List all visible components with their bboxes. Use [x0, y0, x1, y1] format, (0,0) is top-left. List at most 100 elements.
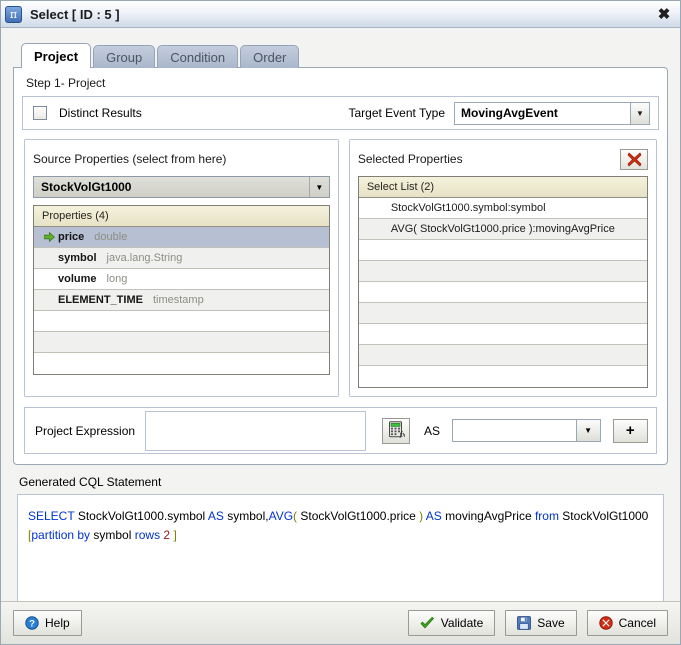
list-item-empty[interactable] [358, 324, 647, 345]
cql-token: SELECT [28, 509, 75, 523]
list-item-empty[interactable] [358, 366, 647, 387]
project-expression-label: Project Expression [35, 423, 136, 438]
title-bar: π Select [ ID : 5 ] ✖ [1, 1, 680, 28]
list-item-empty[interactable] [358, 282, 647, 303]
cql-token: ] [173, 528, 177, 542]
property-name: ELEMENT_TIME [58, 294, 143, 306]
save-button[interactable]: Save [505, 610, 577, 636]
property-name: volume [58, 273, 97, 285]
properties-columns: Source Properties (select from here) Sto… [22, 139, 659, 397]
cql-token: movingAvgPrice [441, 509, 535, 523]
cql-token: StockVolGt1000.symbol [77, 509, 206, 523]
cql-text: SELECT StockVolGt1000.symbol AS symbol,A… [28, 509, 648, 542]
property-type: double [94, 231, 128, 243]
source-list-header: Properties (4) [34, 206, 329, 227]
floppy-disk-icon [517, 616, 532, 630]
red-x-icon [627, 152, 642, 167]
list-item[interactable]: ELEMENT_TIME timestamp [34, 290, 329, 311]
list-item[interactable]: AVG( StockVolGt1000.price ):movingAvgPri… [358, 219, 647, 240]
project-expression-row: Project Expression f AS ▼ + [24, 407, 657, 454]
arrow-right-icon [40, 232, 58, 242]
project-expression-input[interactable] [145, 410, 367, 451]
cql-token: AVG [268, 509, 294, 523]
list-item-empty[interactable] [358, 345, 647, 366]
save-label: Save [537, 616, 565, 630]
cql-token: StockVolGt1000.price [297, 509, 420, 523]
expression-builder-button[interactable]: fx [382, 417, 410, 444]
chevron-down-icon[interactable]: ▼ [575, 420, 600, 441]
dialog-body: Project Group Condition Order Step 1- Pr… [1, 42, 680, 620]
cancel-icon [598, 616, 613, 630]
close-icon[interactable]: ✖ [654, 4, 674, 24]
cancel-button[interactable]: Cancel [586, 610, 668, 636]
cql-token: partition by [31, 528, 91, 542]
selected-panel-title: Selected Properties [357, 152, 463, 166]
add-expression-button[interactable]: + [612, 418, 649, 443]
tab-group[interactable]: Group [93, 45, 156, 68]
property-name: symbol [58, 252, 97, 264]
alias-value [453, 420, 576, 441]
select-dialog: π Select [ ID : 5 ] ✖ Project Group Cond… [0, 0, 681, 645]
list-item[interactable]: volume long [34, 269, 329, 290]
source-panel-title: Source Properties (select from here) [33, 152, 227, 166]
cql-token: symbol [90, 528, 135, 542]
cql-token: AS [207, 509, 224, 523]
list-item-empty[interactable] [358, 240, 647, 261]
check-icon [420, 616, 435, 630]
source-properties-list[interactable]: Properties (4) price double symbol java.… [33, 205, 330, 375]
cancel-label: Cancel [618, 616, 656, 630]
as-label: AS [424, 423, 441, 438]
svg-text:fx: fx [398, 431, 405, 438]
list-item-empty[interactable] [34, 353, 329, 374]
list-item-empty[interactable] [358, 261, 647, 282]
chevron-down-icon[interactable]: ▼ [630, 102, 649, 124]
source-panel-header: Source Properties (select from here) [33, 147, 330, 171]
tab-bar: Project Group Condition Order [21, 42, 672, 68]
tab-order[interactable]: Order [240, 45, 300, 68]
list-item-empty[interactable] [358, 303, 647, 324]
help-label: Help [45, 616, 70, 630]
selected-properties-list[interactable]: Select List (2) StockVolGt1000.symbol:sy… [357, 176, 648, 388]
target-event-type-value: MovingAvgEvent [461, 106, 558, 120]
project-step-panel: Step 1- Project Distinct Results Target … [13, 67, 668, 465]
list-item-empty[interactable] [34, 311, 329, 332]
tab-project[interactable]: Project [21, 43, 92, 68]
cql-token: rows [134, 528, 161, 542]
cql-token: from [534, 509, 559, 523]
chevron-down-icon[interactable]: ▼ [308, 177, 329, 197]
list-item[interactable]: symbol java.lang.String [34, 248, 329, 269]
checkbox-box[interactable] [33, 106, 47, 120]
cql-label: Generated CQL Statement [19, 475, 162, 489]
property-type: timestamp [152, 294, 204, 306]
remove-property-button[interactable] [620, 148, 648, 170]
calculator-icon: fx [388, 420, 406, 441]
selected-properties-panel: Selected Properties Select List (2) Stoc… [348, 139, 657, 397]
cql-token: StockVolGt1000 [558, 509, 649, 523]
source-properties-panel: Source Properties (select from here) Sto… [24, 139, 339, 397]
validate-label: Validate [440, 616, 484, 630]
source-stream-select[interactable]: StockVolGt1000 ▼ [33, 176, 330, 198]
distinct-results-label: Distinct Results [59, 106, 142, 120]
svg-text:?: ? [29, 619, 35, 630]
list-item[interactable]: StockVolGt1000.symbol:symbol [358, 198, 647, 219]
selected-list-header: Select List (2) [358, 177, 647, 198]
options-row: Distinct Results Target Event Type Movin… [22, 96, 659, 130]
cql-token: symbol, [223, 509, 269, 523]
tab-condition[interactable]: Condition [157, 45, 239, 68]
source-stream-value: StockVolGt1000 [41, 180, 132, 194]
target-event-type-label: Target Event Type [348, 106, 445, 120]
selected-property-text: StockVolGt1000.symbol:symbol [390, 202, 546, 214]
help-button[interactable]: ? Help [13, 610, 82, 636]
alias-select[interactable]: ▼ [452, 419, 601, 442]
validate-button[interactable]: Validate [407, 610, 496, 636]
selected-panel-header: Selected Properties [358, 147, 648, 171]
list-item[interactable]: price double [34, 227, 329, 248]
list-item-empty[interactable] [34, 332, 329, 353]
distinct-results-checkbox[interactable]: Distinct Results [33, 106, 142, 120]
cql-token: AS [425, 509, 442, 523]
selected-property-text: AVG( StockVolGt1000.price ):movingAvgPri… [390, 223, 615, 235]
pi-projection-icon: π [5, 5, 22, 23]
property-type: java.lang.String [106, 252, 183, 264]
target-event-type-select[interactable]: MovingAvgEvent ▼ [454, 101, 650, 125]
step-title: Step 1- Project [26, 76, 106, 90]
